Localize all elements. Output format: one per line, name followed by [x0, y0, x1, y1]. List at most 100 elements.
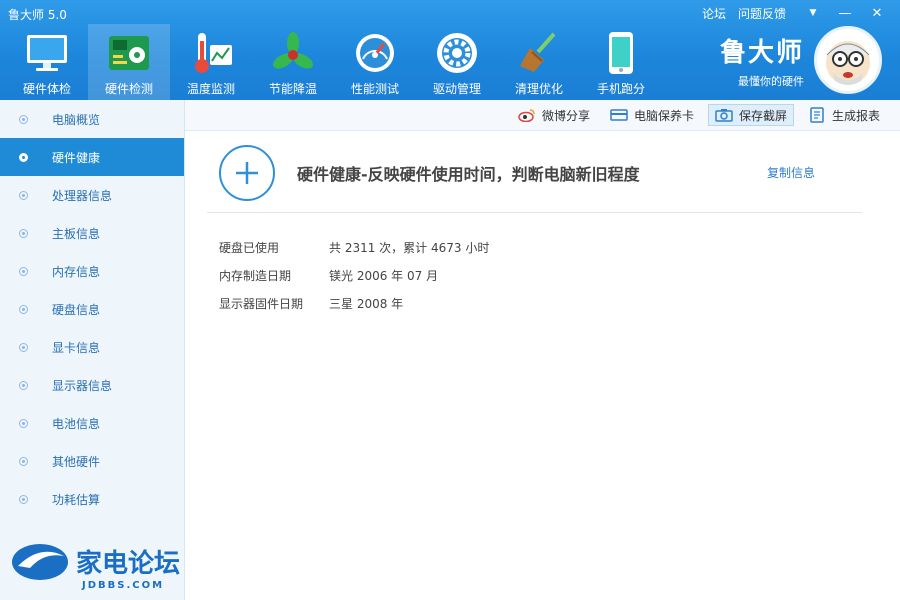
sidebar-item-label: 电池信息 — [52, 416, 101, 431]
main-toolbar: 硬件体检 硬件检测 温度监测 节能降温 性能测试 驱动管理 清理优化 手机跑分 — [6, 24, 662, 100]
sidebar-item-label: 硬件健康 — [52, 150, 101, 165]
action-bar: 微博分享 电脑保养卡 保存截屏 生成报表 — [185, 100, 900, 131]
warranty-card-button[interactable]: 电脑保养卡 — [604, 104, 700, 126]
tab-label: 温度监测 — [186, 82, 235, 96]
circuit-board-icon — [104, 28, 154, 78]
mascot-avatar[interactable] — [814, 26, 882, 94]
tab-phone-benchmark[interactable]: 手机跑分 — [580, 24, 662, 100]
sidebar-item-label: 处理器信息 — [52, 188, 113, 203]
tab-hardware-checkup[interactable]: 硬件体检 — [6, 24, 88, 100]
plus-icon — [236, 162, 258, 184]
tab-hardware-detect[interactable]: 硬件检测 — [88, 24, 170, 100]
watermark-subtext: JDBBS.COM — [81, 580, 164, 591]
phone-icon — [596, 28, 646, 78]
tab-clean-optimize[interactable]: 清理优化 — [498, 24, 580, 100]
warranty-card-label: 电脑保养卡 — [633, 108, 694, 123]
gear-icon — [432, 28, 482, 78]
sidebar-item-cpu[interactable]: 处理器信息 — [0, 176, 184, 214]
bullet-icon — [19, 418, 28, 428]
bullet-icon — [19, 266, 28, 276]
bullet-icon — [19, 152, 28, 162]
sidebar-item-label: 电脑概览 — [52, 112, 101, 127]
bullet-icon — [19, 304, 28, 314]
sidebar-item-battery[interactable]: 电池信息 — [0, 404, 184, 442]
generate-report-button[interactable]: 生成报表 — [802, 104, 886, 126]
info-list: 硬盘已使用 共 2311 次，累计 4673 小时 内存制造日期 镁光 2006… — [219, 233, 489, 317]
main-content: 硬件健康-反映硬件使用时间，判断电脑新旧程度 复制信息 硬盘已使用 共 2311… — [185, 131, 900, 600]
brand-block: 鲁大师 最懂你的硬件 — [720, 32, 804, 89]
tab-label: 硬件体检 — [22, 82, 71, 96]
app-title: 鲁大师 5.0 — [8, 8, 67, 22]
mascot-face-icon — [826, 41, 870, 85]
close-button[interactable]: ✕ — [864, 4, 890, 22]
info-label: 硬盘已使用 — [219, 240, 280, 255]
app-header: 鲁大师 5.0 论坛 问题反馈 ▼ — ✕ 硬件体检 硬件检测 温度监测 节能降… — [0, 0, 900, 100]
info-row: 显示器固件日期 三星 2008 年 — [219, 289, 489, 317]
speedometer-icon — [350, 28, 400, 78]
sidebar-item-motherboard[interactable]: 主板信息 — [0, 214, 184, 252]
tab-driver-manage[interactable]: 驱动管理 — [416, 24, 498, 100]
tab-energy-saving[interactable]: 节能降温 — [252, 24, 334, 100]
sidebar-item-label: 功耗估算 — [52, 492, 101, 507]
sidebar: 电脑概览 硬件健康 处理器信息 主板信息 内存信息 硬盘信息 显卡信息 显示器信… — [0, 100, 185, 600]
bullet-icon — [19, 456, 28, 466]
tab-label: 硬件检测 — [104, 82, 153, 96]
info-value: 三星 2008 年 — [329, 296, 404, 311]
tab-temperature[interactable]: 温度监测 — [170, 24, 252, 100]
expand-button[interactable] — [219, 145, 275, 201]
weibo-share-label: 微博分享 — [541, 108, 590, 123]
fan-icon — [268, 28, 318, 78]
sidebar-item-label: 显示器信息 — [52, 378, 113, 393]
info-label: 内存制造日期 — [219, 268, 292, 283]
watermark-text: 家电论坛 — [76, 548, 180, 579]
info-label: 显示器固件日期 — [219, 296, 304, 311]
weibo-share-button[interactable]: 微博分享 — [512, 104, 596, 126]
thermometer-icon — [186, 28, 236, 78]
sidebar-item-label: 其他硬件 — [52, 454, 101, 469]
report-icon — [808, 107, 826, 123]
sidebar-item-label: 显卡信息 — [52, 340, 101, 355]
menu-dropdown-icon: ▼ — [809, 8, 817, 18]
sidebar-item-other-hardware[interactable]: 其他硬件 — [0, 442, 184, 480]
sidebar-item-hardware-health[interactable]: 硬件健康 — [0, 138, 184, 176]
bullet-icon — [19, 380, 28, 390]
sidebar-item-display[interactable]: 显示器信息 — [0, 366, 184, 404]
sidebar-item-memory[interactable]: 内存信息 — [0, 252, 184, 290]
watermark-logo: 家电论坛 JDBBS.COM — [8, 538, 208, 592]
menu-button[interactable]: ▼ — [800, 4, 826, 22]
save-screenshot-label: 保存截屏 — [738, 108, 787, 123]
tab-label: 驱动管理 — [432, 82, 481, 96]
bullet-icon — [19, 228, 28, 238]
tab-label: 性能测试 — [350, 82, 399, 96]
sidebar-item-disk[interactable]: 硬盘信息 — [0, 290, 184, 328]
sidebar-item-overview[interactable]: 电脑概览 — [0, 100, 184, 138]
bullet-icon — [19, 342, 28, 352]
sidebar-item-label: 内存信息 — [52, 264, 101, 279]
sidebar-item-gpu[interactable]: 显卡信息 — [0, 328, 184, 366]
minimize-icon: — — [838, 5, 852, 21]
top-links: 论坛 问题反馈 ▼ — ✕ — [690, 4, 890, 22]
divider — [207, 212, 862, 213]
brand-slogan: 最懂你的硬件 — [738, 75, 804, 88]
brand-name: 鲁大师 — [719, 38, 804, 68]
save-screenshot-button[interactable]: 保存截屏 — [707, 104, 794, 126]
info-row: 硬盘已使用 共 2311 次，累计 4673 小时 — [219, 233, 489, 261]
feedback-link[interactable]: 问题反馈 — [738, 5, 786, 22]
sidebar-item-label: 硬盘信息 — [52, 302, 101, 317]
generate-report-label: 生成报表 — [831, 108, 880, 123]
broom-icon — [514, 28, 564, 78]
tab-performance-test[interactable]: 性能测试 — [334, 24, 416, 100]
info-value: 镁光 2006 年 07 月 — [329, 268, 439, 283]
card-icon — [610, 107, 628, 123]
bullet-icon — [19, 494, 28, 504]
sidebar-item-label: 主板信息 — [52, 226, 101, 241]
camera-icon — [715, 107, 733, 123]
copy-info-link[interactable]: 复制信息 — [767, 164, 815, 181]
sidebar-item-power-estimate[interactable]: 功耗估算 — [0, 480, 184, 518]
minimize-button[interactable]: — — [832, 4, 858, 22]
swirl-icon — [12, 544, 68, 580]
forum-link[interactable]: 论坛 — [702, 5, 726, 22]
weibo-icon — [518, 107, 536, 123]
tab-label: 节能降温 — [268, 82, 317, 96]
monitor-icon — [22, 28, 72, 78]
